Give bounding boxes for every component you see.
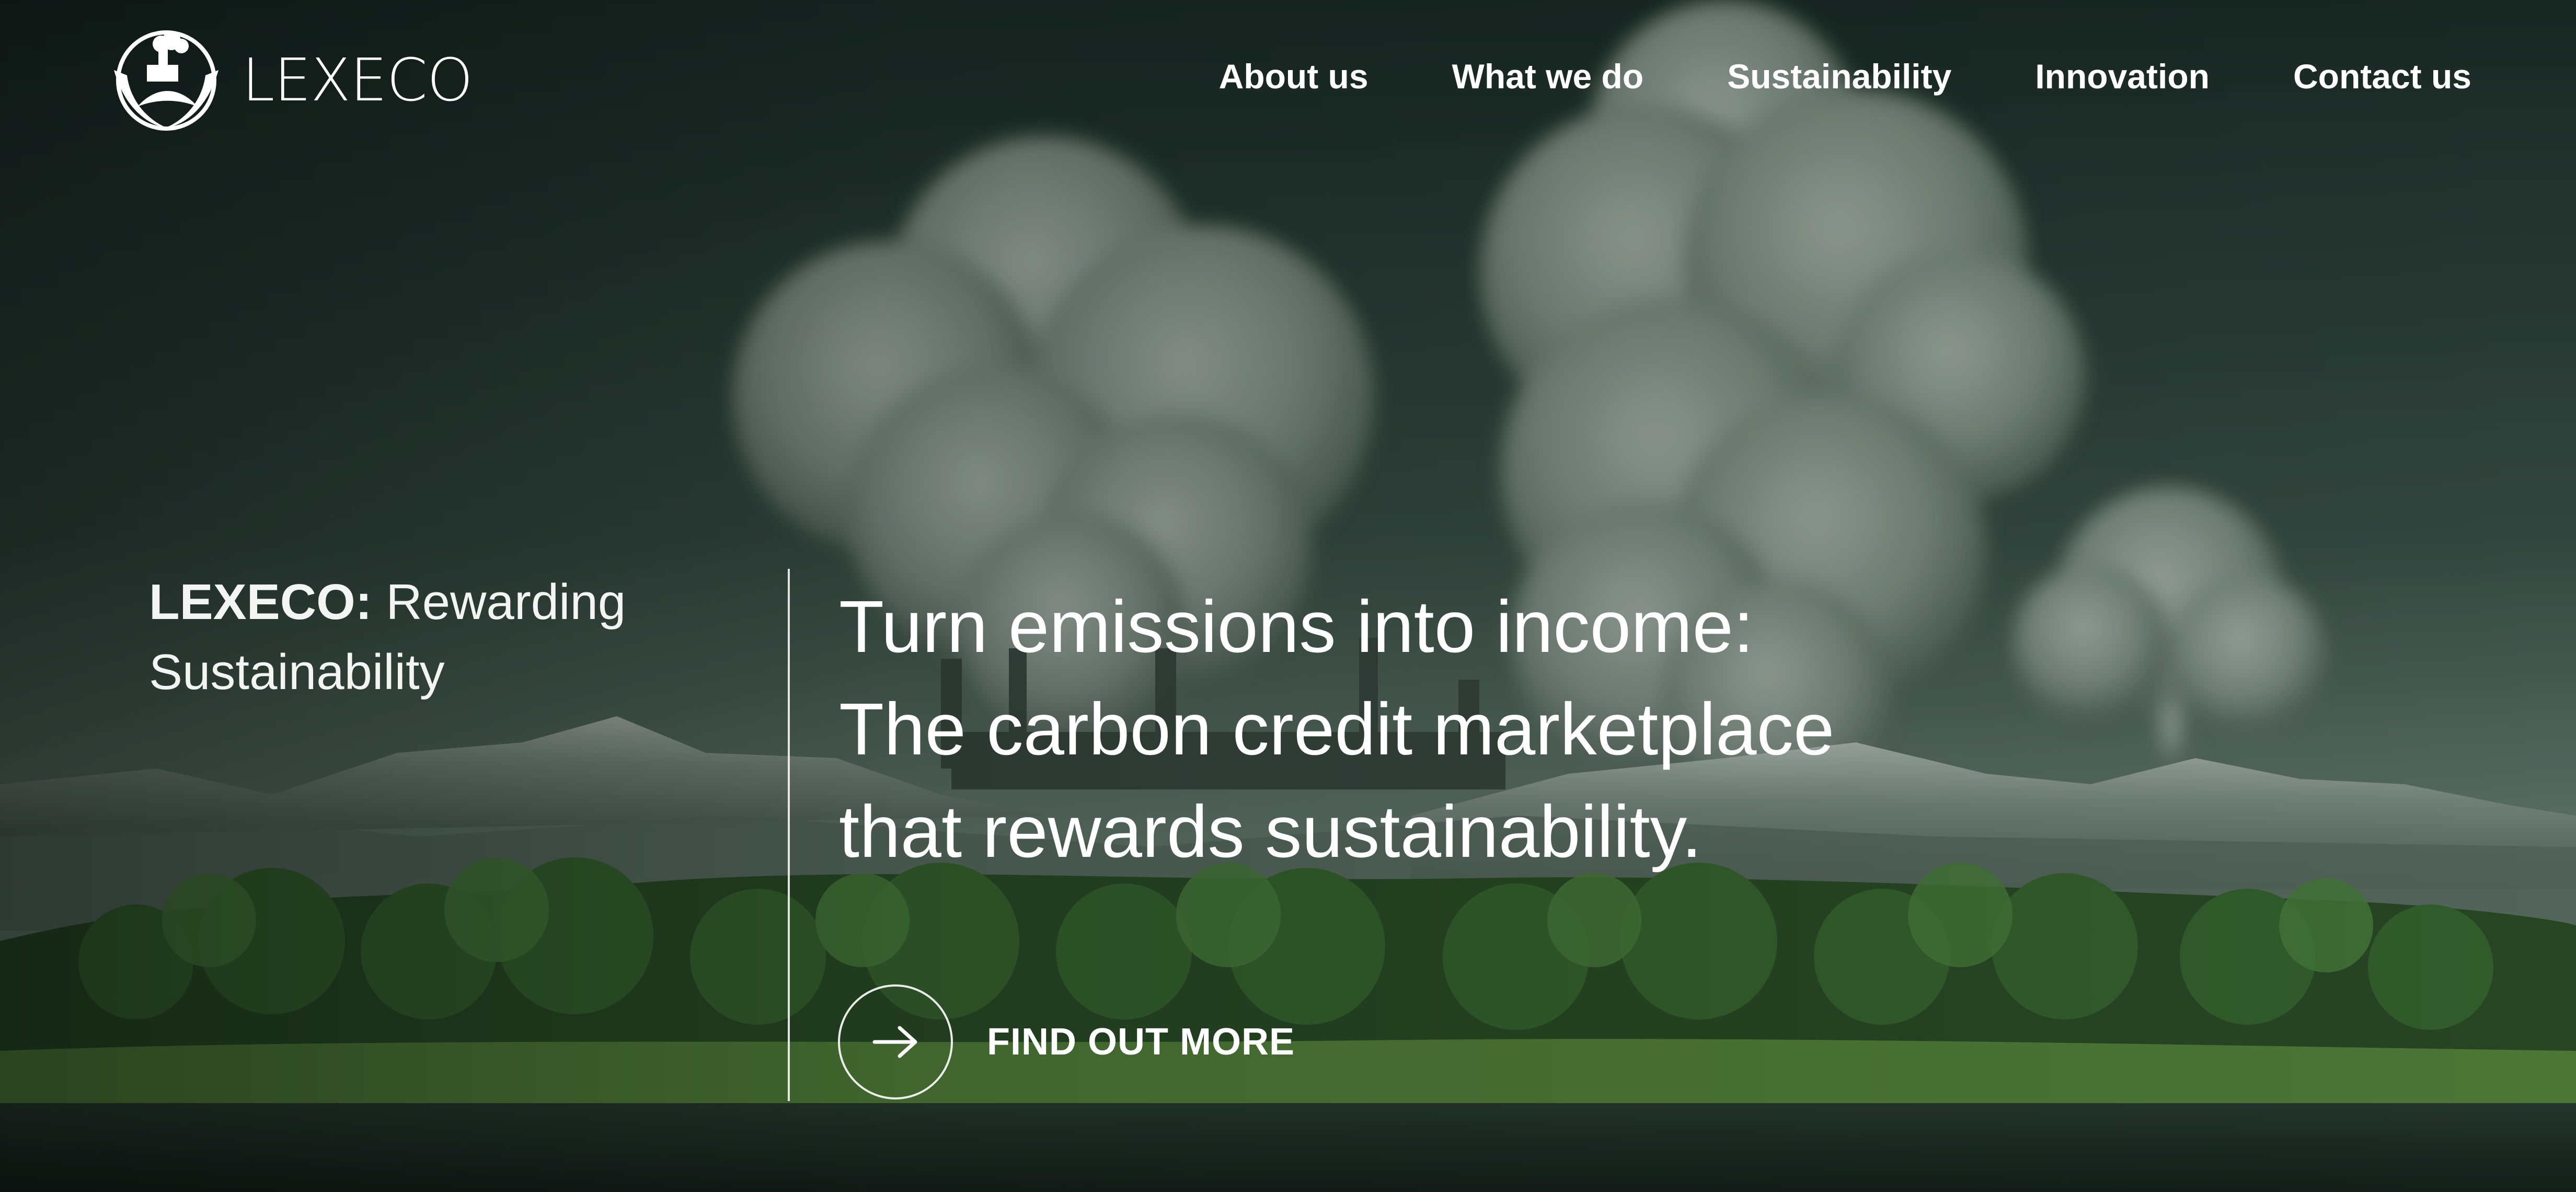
headline-line-1: Turn emissions into income:: [839, 585, 1754, 668]
brand-logo[interactable]: LEXECO: [106, 28, 473, 133]
headline-line-3: that rewards sustainability.: [839, 790, 1702, 873]
hero-page: LEXECO About us What we do Sustainabilit…: [0, 0, 2576, 1192]
vertical-divider: [788, 569, 790, 1101]
cta-label[interactable]: FIND OUT MORE: [987, 1021, 1295, 1063]
find-out-more-button[interactable]: FIND OUT MORE: [838, 984, 1295, 1099]
nav-innovation[interactable]: Innovation: [2035, 56, 2210, 96]
cta-circle[interactable]: [838, 984, 953, 1099]
headline-line-2: The carbon credit marketplace: [839, 687, 1835, 770]
nav-what-we-do[interactable]: What we do: [1452, 56, 1644, 96]
arrow-right-icon: [872, 1026, 917, 1058]
brand-name: LEXECO: [242, 47, 473, 114]
nav-about-us[interactable]: About us: [1219, 56, 1368, 96]
leaf-factory-logo-icon: [114, 30, 218, 131]
main-navigation: About us What we do Sustainability Innov…: [1219, 56, 2471, 96]
tagline-brand: LEXECO:: [149, 574, 372, 630]
hero-tagline: LEXECO: Rewarding Sustainability: [149, 567, 724, 707]
hero-headline: Turn emissions into income: The carbon c…: [839, 575, 2041, 882]
nav-contact-us[interactable]: Contact us: [2293, 56, 2471, 96]
nav-sustainability[interactable]: Sustainability: [1727, 56, 1951, 96]
